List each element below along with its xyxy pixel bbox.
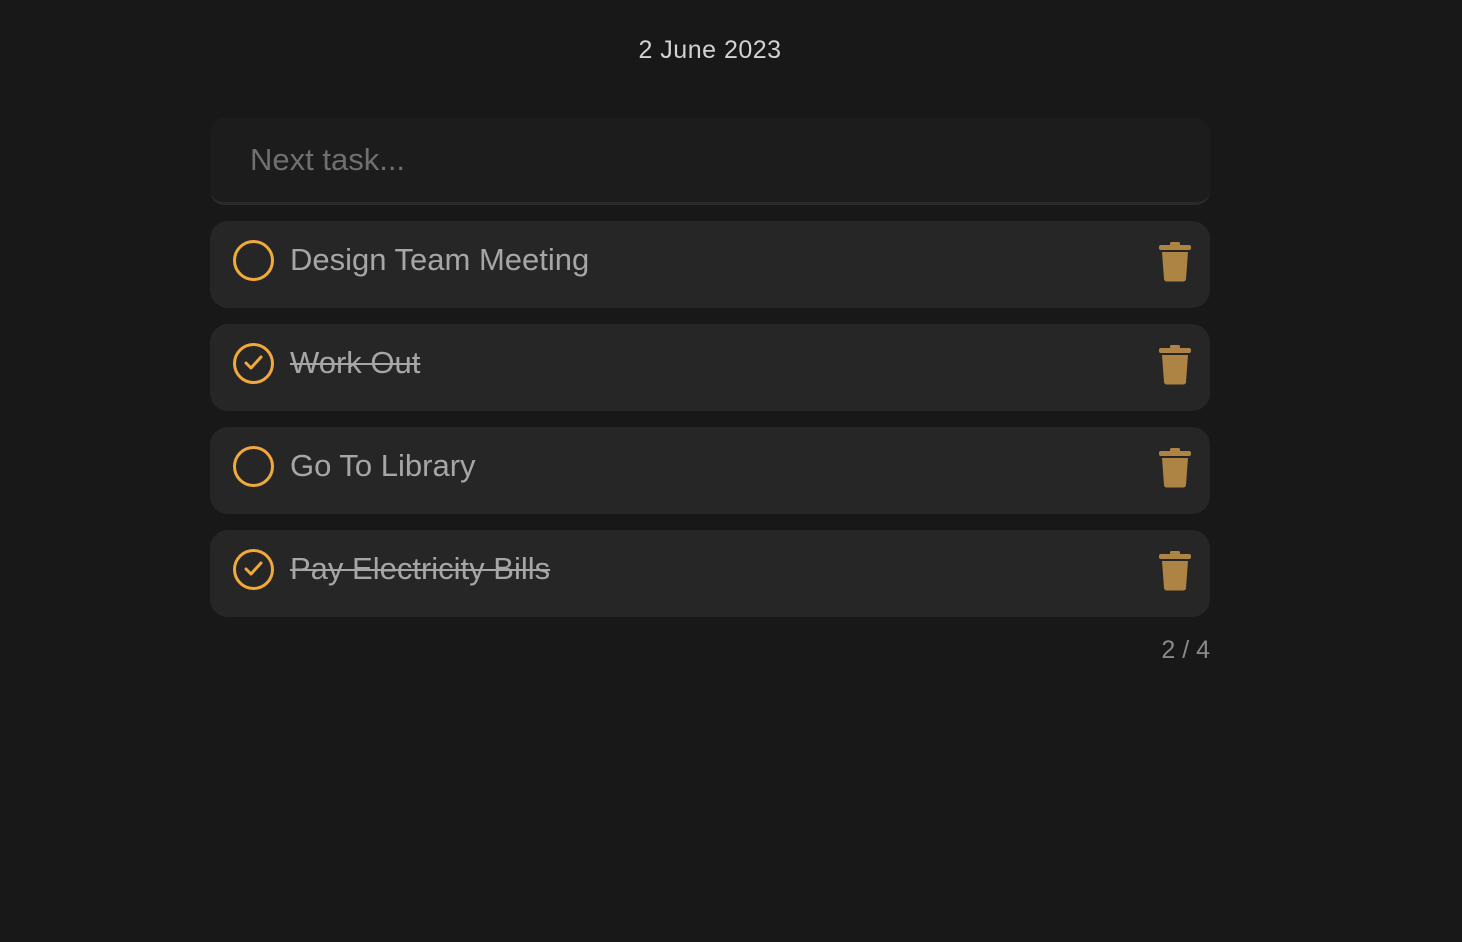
task-list: Design Team Meeting Work Out Go To Libra… <box>210 221 1210 633</box>
new-task-field <box>210 118 1210 205</box>
check-circle-icon[interactable] <box>233 343 274 384</box>
task-item: Design Team Meeting <box>210 221 1210 308</box>
task-item: Work Out <box>210 324 1210 411</box>
trash-icon[interactable] <box>1158 551 1192 591</box>
task-label: Design Team Meeting <box>290 242 590 277</box>
completed-counter: 2 / 4 <box>1161 636 1210 664</box>
empty-circle-icon[interactable] <box>233 446 274 487</box>
task-item: Go To Library <box>210 427 1210 514</box>
empty-circle-icon[interactable] <box>233 240 274 281</box>
task-label: Go To Library <box>290 448 476 483</box>
task-item: Pay Electricity Bills <box>210 530 1210 617</box>
page-date: 2 June 2023 <box>638 36 782 64</box>
check-circle-icon[interactable] <box>233 549 274 590</box>
new-task-input[interactable] <box>210 118 1210 202</box>
task-label: Work Out <box>290 345 421 380</box>
trash-icon[interactable] <box>1158 242 1192 282</box>
trash-icon[interactable] <box>1158 448 1192 488</box>
trash-icon[interactable] <box>1158 345 1192 385</box>
task-label: Pay Electricity Bills <box>290 551 551 586</box>
